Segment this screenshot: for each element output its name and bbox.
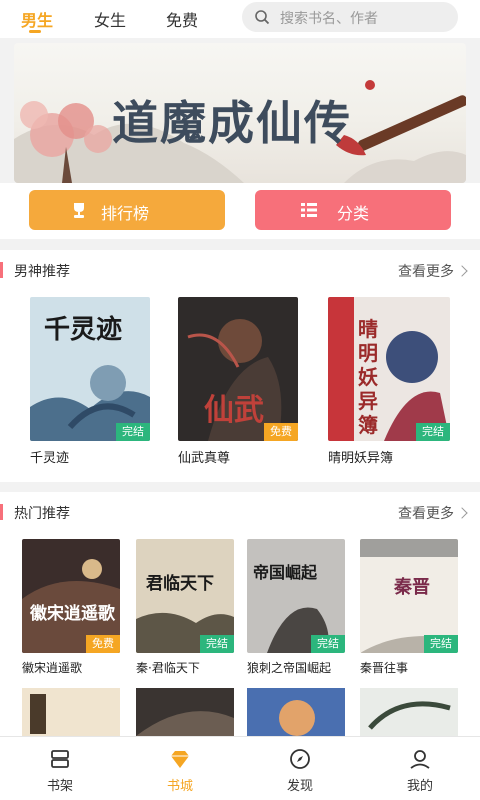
cover-art — [22, 688, 120, 736]
book-title: 徽宋逍遥歌 — [22, 661, 83, 675]
list-icon — [301, 203, 317, 217]
status-badge: 完结 — [200, 635, 234, 653]
top-bar: 男生 女生 免费 搜索书名、作者 — [0, 0, 480, 38]
book-card[interactable]: 仙武 免费 仙武真尊 — [178, 297, 298, 467]
compass-icon — [290, 749, 310, 769]
nav-discover[interactable]: 发现 — [240, 737, 360, 800]
book-card[interactable]: 君临天下 完结 秦·君临天下 — [136, 539, 234, 679]
status-badge: 完结 — [311, 635, 345, 653]
cover-title: 晴明妖异簿 — [358, 317, 378, 437]
book-card[interactable] — [22, 688, 120, 736]
section-marker — [0, 262, 3, 278]
book-cover: 仙武 免费 — [178, 297, 298, 441]
user-icon — [410, 750, 430, 769]
search-icon — [255, 10, 270, 25]
tab-female[interactable]: 女生 — [94, 7, 126, 31]
cover-title: 千灵迹 — [44, 315, 123, 345]
view-more-link[interactable]: 查看更多 — [398, 261, 468, 281]
book-card[interactable]: 徽宋逍遥歌 免费 徽宋逍遥歌 — [22, 539, 120, 679]
chevron-right-icon — [456, 265, 468, 277]
view-more-link[interactable]: 查看更多 — [398, 503, 468, 523]
cover-title: 帝国崛起 — [253, 563, 318, 582]
book-title: 秦晋往事 — [360, 661, 409, 675]
book-card[interactable]: 晴明妖异簿 完结 晴明妖异簿 — [328, 297, 450, 467]
status-badge: 完结 — [116, 423, 150, 441]
nav-label: 书城 — [166, 779, 193, 794]
bookshelf-icon — [51, 750, 69, 768]
quick-actions: 排行榜 分类 — [0, 183, 480, 239]
cover-art — [360, 688, 458, 736]
book-card[interactable] — [247, 688, 345, 736]
cover-title: 仙武 — [204, 393, 264, 428]
cover-title: 君临天下 — [146, 574, 214, 594]
book-cover: 千灵迹 完结 — [30, 297, 150, 441]
book-card[interactable]: 千灵迹 完结 千灵迹 — [30, 297, 150, 467]
view-more-label: 查看更多 — [398, 264, 454, 280]
nav-bookshelf[interactable]: 书架 — [0, 737, 120, 800]
book-cover: 晴明妖异簿 完结 — [328, 297, 450, 441]
cover-title: 秦晋 — [394, 577, 430, 598]
book-cover: 帝国崛起 完结 — [247, 539, 345, 653]
bottom-navigation: 书架 书城 发现 我的 — [0, 736, 480, 800]
active-tab-indicator — [29, 30, 41, 33]
status-badge: 免费 — [86, 635, 120, 653]
category-label: 分类 — [337, 204, 370, 223]
nav-label: 书架 — [46, 779, 73, 794]
book-title: 千灵迹 — [30, 451, 70, 466]
view-more-label: 查看更多 — [398, 506, 454, 522]
cover-title: 徽宋逍遥歌 — [30, 604, 115, 624]
book-cover: 秦晋 完结 — [360, 539, 458, 653]
status-badge: 完结 — [416, 423, 450, 441]
banner-title: 道魔成仙传 — [112, 96, 352, 150]
cover-art — [328, 297, 450, 441]
diamond-icon — [171, 751, 189, 768]
cover-art — [247, 688, 345, 736]
male-recommend-section: 男神推荐 查看更多 千灵迹 完结 千灵迹 仙武 免费 仙武真尊 晴明妖异簿 完结… — [0, 250, 480, 482]
book-title: 晴明妖异簿 — [328, 451, 394, 466]
category-button[interactable]: 分类 — [255, 190, 451, 230]
nav-profile[interactable]: 我的 — [360, 737, 480, 800]
ranking-label: 排行榜 — [101, 204, 150, 223]
tab-free[interactable]: 免费 — [166, 7, 198, 31]
status-badge: 完结 — [424, 635, 458, 653]
banner-carousel[interactable]: 道魔成仙传 — [14, 43, 466, 183]
search-placeholder: 搜索书名、作者 — [280, 11, 378, 27]
book-title: 狼刺之帝国崛起 — [247, 661, 332, 675]
section-header: 男神推荐 查看更多 — [0, 250, 480, 290]
book-card[interactable]: 帝国崛起 完结 狼刺之帝国崛起 — [247, 539, 345, 679]
book-title: 秦·君临天下 — [136, 661, 200, 675]
book-card[interactable] — [136, 688, 234, 736]
nav-bookstore[interactable]: 书城 — [120, 737, 240, 800]
section-header: 热门推荐 查看更多 — [0, 492, 480, 532]
hot-recommend-section: 热门推荐 查看更多 徽宋逍遥歌 免费 徽宋逍遥歌 君临天下 完结 秦·君临天下 … — [0, 492, 480, 736]
book-card[interactable] — [360, 688, 458, 736]
section-title: 男神推荐 — [14, 264, 70, 280]
cover-art — [136, 688, 234, 736]
tab-male[interactable]: 男生 — [21, 7, 53, 31]
ranking-button[interactable]: 排行榜 — [29, 190, 225, 230]
search-input[interactable]: 搜索书名、作者 — [242, 2, 458, 32]
book-cover: 徽宋逍遥歌 免费 — [22, 539, 120, 653]
book-cover: 君临天下 完结 — [136, 539, 234, 653]
book-card[interactable]: 秦晋 完结 秦晋往事 — [360, 539, 458, 679]
nav-label: 我的 — [406, 779, 433, 794]
trophy-icon — [74, 203, 84, 218]
nav-label: 发现 — [286, 779, 313, 794]
bookstore-page: 男生 女生 免费 搜索书名、作者 道魔成仙传 排行榜 分类 男神推荐 查看更多 … — [0, 0, 480, 800]
status-badge: 免费 — [264, 423, 298, 441]
section-marker — [0, 504, 3, 520]
section-title: 热门推荐 — [14, 506, 70, 522]
chevron-right-icon — [456, 507, 468, 519]
book-title: 仙武真尊 — [178, 451, 231, 466]
